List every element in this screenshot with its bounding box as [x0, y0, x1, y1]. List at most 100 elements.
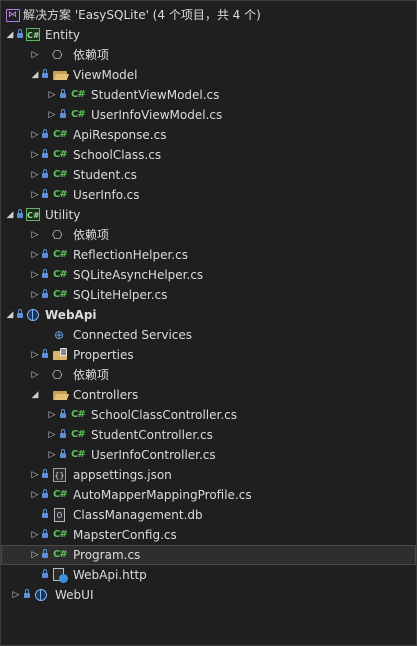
- tree-row-file-student[interactable]: ▷ Student.cs: [1, 165, 416, 185]
- lock-icon: [41, 185, 49, 205]
- properties-folder-icon: [53, 345, 69, 365]
- csharp-file-icon: [53, 525, 69, 545]
- tree-row-file-classmanagement-db[interactable]: ClassManagement.db: [1, 505, 416, 525]
- chevron-right-icon[interactable]: ▷: [30, 145, 40, 165]
- lock-icon: [41, 485, 49, 505]
- chevron-right-icon[interactable]: ▷: [30, 45, 40, 65]
- tree-row-solution[interactable]: 解决方案 'EasySQLite' (4 个项目，共 4 个): [1, 5, 416, 25]
- tree-row-folder-viewmodel[interactable]: ◢ ViewModel: [1, 65, 416, 85]
- lock-icon: [41, 565, 49, 585]
- chevron-right-icon[interactable]: ▷: [47, 445, 57, 465]
- chevron-right-icon[interactable]: ▷: [30, 485, 40, 505]
- tree-row-file-sqlitehelper[interactable]: ▷ SQLiteHelper.cs: [1, 285, 416, 305]
- lock-icon: [23, 585, 31, 605]
- tree-row-folder-controllers[interactable]: ◢ Controllers: [1, 385, 416, 405]
- tree-row-webapi-dependencies[interactable]: ▷ 依赖项: [1, 365, 416, 385]
- lock-icon: [41, 245, 49, 265]
- tree-row-file-apiresponse[interactable]: ▷ ApiResponse.cs: [1, 125, 416, 145]
- lock-icon: [41, 285, 49, 305]
- file-label: SchoolClassController.cs: [91, 408, 237, 422]
- solution-explorer-tree: 解决方案 'EasySQLite' (4 个项目，共 4 个) ◢ Entity…: [1, 5, 416, 605]
- chevron-right-icon[interactable]: ▷: [47, 105, 57, 125]
- solution-icon: [5, 5, 21, 25]
- lock-icon: [59, 85, 67, 105]
- chevron-right-icon[interactable]: ▷: [30, 345, 40, 365]
- dependencies-label: 依赖项: [73, 228, 110, 242]
- tree-row-properties[interactable]: ▷ Properties: [1, 345, 416, 365]
- tree-row-file-studentviewmodel[interactable]: ▷ StudentViewModel.cs: [1, 85, 416, 105]
- project-label-webapi: WebApi: [45, 308, 97, 322]
- chevron-down-icon[interactable]: ◢: [5, 205, 15, 225]
- csharp-file-icon: [71, 445, 87, 465]
- tree-row-project-entity[interactable]: ◢ Entity: [1, 25, 416, 45]
- file-label: SQLiteAsyncHelper.cs: [73, 268, 204, 282]
- chevron-down-icon[interactable]: ◢: [5, 305, 15, 325]
- chevron-right-icon[interactable]: ▷: [30, 265, 40, 285]
- csharp-file-icon: [71, 405, 87, 425]
- chevron-right-icon[interactable]: ▷: [11, 585, 21, 605]
- chevron-right-icon[interactable]: ▷: [30, 225, 40, 245]
- chevron-right-icon[interactable]: ▷: [30, 185, 40, 205]
- lock-icon: [41, 465, 49, 485]
- tree-row-project-webui[interactable]: ▷ WebUI: [1, 585, 416, 605]
- tree-row-file-userinfoviewmodel[interactable]: ▷ UserInfoViewModel.cs: [1, 105, 416, 125]
- tree-row-file-webapi-http[interactable]: WebApi.http: [1, 565, 416, 585]
- tree-row-file-automapper[interactable]: ▷ AutoMapperMappingProfile.cs: [1, 485, 416, 505]
- tree-row-file-schoolclasscontroller[interactable]: ▷ SchoolClassController.cs: [1, 405, 416, 425]
- tree-row-connected-services[interactable]: Connected Services: [1, 325, 416, 345]
- tree-row-file-appsettings[interactable]: ▷ appsettings.json: [1, 465, 416, 485]
- csharp-file-icon: [53, 545, 69, 565]
- chevron-down-icon[interactable]: ◢: [5, 25, 15, 45]
- chevron-right-icon[interactable]: ▷: [47, 85, 57, 105]
- file-label: SchoolClass.cs: [73, 148, 162, 162]
- chevron-down-icon[interactable]: ◢: [30, 385, 40, 405]
- csharp-project-icon: [26, 25, 42, 45]
- dependencies-icon: [51, 45, 67, 65]
- lock-icon: [16, 305, 24, 325]
- chevron-right-icon[interactable]: ▷: [30, 545, 40, 565]
- lock-icon: [41, 525, 49, 545]
- file-label: SQLiteHelper.cs: [73, 288, 168, 302]
- chevron-right-icon[interactable]: ▷: [30, 245, 40, 265]
- project-label-entity: Entity: [45, 28, 81, 42]
- tree-row-utility-dependencies[interactable]: ▷ 依赖项: [1, 225, 416, 245]
- tree-row-file-studentcontroller[interactable]: ▷ StudentController.cs: [1, 425, 416, 445]
- tree-row-file-schoolclass[interactable]: ▷ SchoolClass.cs: [1, 145, 416, 165]
- chevron-right-icon[interactable]: ▷: [30, 465, 40, 485]
- csharp-file-icon: [53, 265, 69, 285]
- lock-icon: [16, 205, 24, 225]
- chevron-right-icon[interactable]: ▷: [47, 425, 57, 445]
- tree-row-file-reflectionhelper[interactable]: ▷ ReflectionHelper.cs: [1, 245, 416, 265]
- chevron-right-icon[interactable]: ▷: [30, 525, 40, 545]
- tree-row-file-userinfo[interactable]: ▷ UserInfo.cs: [1, 185, 416, 205]
- chevron-right-icon[interactable]: ▷: [30, 125, 40, 145]
- chevron-right-icon[interactable]: ▷: [30, 165, 40, 185]
- tree-row-file-userinfocontroller[interactable]: ▷ UserInfoController.cs: [1, 445, 416, 465]
- csharp-file-icon: [53, 285, 69, 305]
- lock-icon: [59, 445, 67, 465]
- database-file-icon: [53, 505, 69, 525]
- web-project-icon: [26, 305, 42, 325]
- csharp-file-icon: [71, 85, 87, 105]
- connected-services-label: Connected Services: [73, 328, 193, 342]
- file-label: UserInfoViewModel.cs: [91, 108, 223, 122]
- lock-icon: [41, 145, 49, 165]
- tree-row-project-webapi[interactable]: ◢ WebApi: [1, 305, 416, 325]
- chevron-right-icon[interactable]: ▷: [30, 365, 40, 385]
- project-label-webui: WebUI: [55, 588, 94, 602]
- tree-row-project-utility[interactable]: ◢ Utility: [1, 205, 416, 225]
- tree-row-file-sqliteasynchelper[interactable]: ▷ SQLiteAsyncHelper.cs: [1, 265, 416, 285]
- file-label: appsettings.json: [73, 468, 172, 482]
- chevron-right-icon[interactable]: ▷: [47, 405, 57, 425]
- tree-row-entity-dependencies[interactable]: ▷ 依赖项: [1, 45, 416, 65]
- tree-row-file-mapsterconfig[interactable]: ▷ MapsterConfig.cs: [1, 525, 416, 545]
- tree-row-file-program[interactable]: ▷ Program.cs: [1, 545, 416, 565]
- file-label: ClassManagement.db: [73, 508, 203, 522]
- dependencies-icon: [51, 225, 67, 245]
- file-label: UserInfoController.cs: [91, 448, 216, 462]
- lock-icon: [41, 265, 49, 285]
- chevron-down-icon[interactable]: ◢: [30, 65, 40, 85]
- file-label: StudentViewModel.cs: [91, 88, 220, 102]
- file-label: ApiResponse.cs: [73, 128, 167, 142]
- chevron-right-icon[interactable]: ▷: [30, 285, 40, 305]
